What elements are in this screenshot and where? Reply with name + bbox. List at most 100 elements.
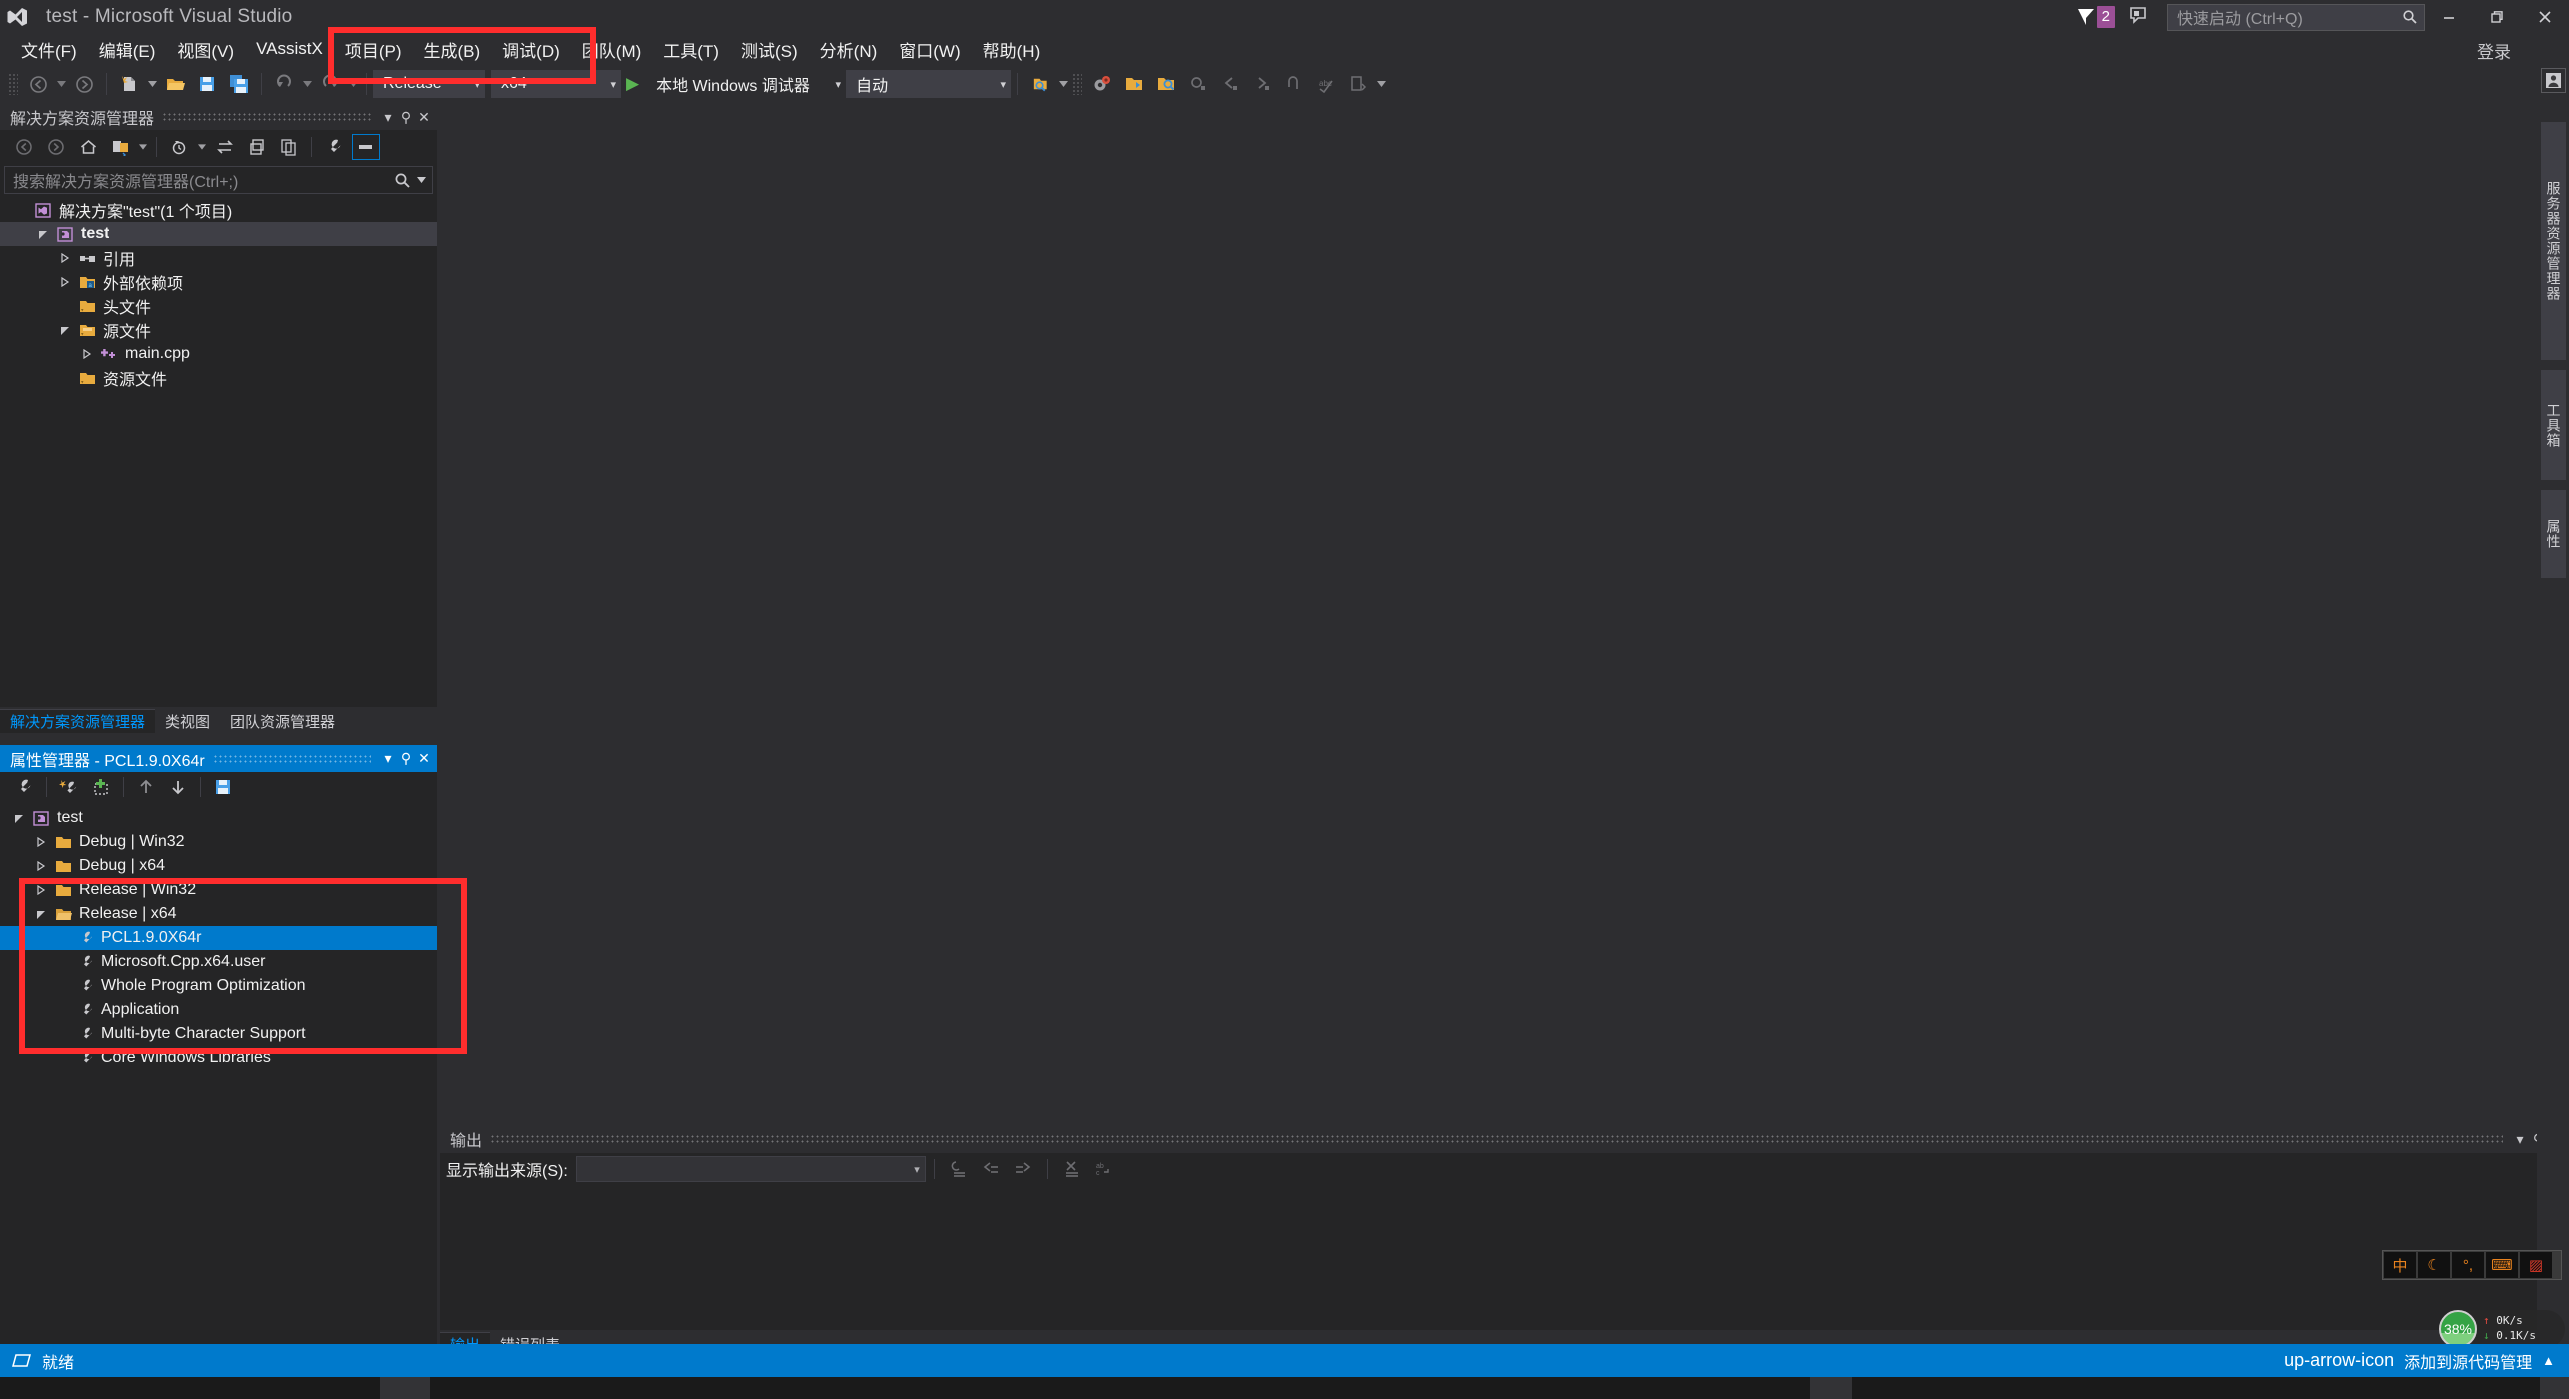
close-button[interactable] bbox=[2521, 0, 2569, 34]
twisty-collapsed-icon[interactable] bbox=[30, 837, 52, 847]
solution-configuration-combo[interactable]: Release ▾ bbox=[373, 70, 485, 98]
back-icon[interactable] bbox=[10, 134, 38, 160]
tree-item[interactable]: a 外部依赖项 bbox=[0, 270, 437, 294]
add-new-property-sheet-icon[interactable] bbox=[55, 774, 83, 800]
menu-item-edit[interactable]: 编辑(E) bbox=[88, 33, 167, 66]
menu-item-tools[interactable]: 工具(T) bbox=[652, 33, 730, 66]
toolbar-grip[interactable] bbox=[8, 73, 18, 95]
properties-wrench-icon[interactable] bbox=[10, 774, 38, 800]
tab-class-view[interactable]: 类视图 bbox=[155, 709, 220, 733]
tree-item[interactable]: Debug | x64 bbox=[0, 854, 437, 878]
menu-item-window[interactable]: 窗口(W) bbox=[888, 33, 971, 66]
vertical-tab-properties[interactable]: 属性 bbox=[2541, 490, 2566, 578]
pending-changes-icon[interactable] bbox=[165, 134, 193, 160]
output-text-area[interactable] bbox=[440, 1185, 2569, 1350]
undo-dropdown[interactable] bbox=[300, 69, 314, 99]
taskbar-item[interactable] bbox=[1810, 1377, 1852, 1399]
tree-item[interactable]: Whole Program Optimization bbox=[0, 974, 437, 998]
tree-item[interactable]: 源文件 bbox=[0, 318, 437, 342]
startup-project-combo[interactable]: 本地 Windows 调试器 ▾ bbox=[646, 70, 846, 98]
tree-item[interactable]: Microsoft.Cpp.x64.user bbox=[0, 950, 437, 974]
settings-button[interactable] bbox=[1087, 69, 1117, 99]
twisty-expanded-icon[interactable] bbox=[32, 229, 54, 239]
output-source-combo[interactable]: ▾ bbox=[575, 1156, 926, 1182]
restore-button[interactable] bbox=[2473, 0, 2521, 34]
quick-find-button[interactable] bbox=[1183, 69, 1213, 99]
tree-item[interactable]: Multi-byte Character Support bbox=[0, 1022, 437, 1046]
forward-icon[interactable] bbox=[42, 134, 70, 160]
tree-item[interactable]: test bbox=[0, 222, 437, 246]
user-account-icon[interactable] bbox=[2541, 68, 2566, 93]
taskbar-item[interactable] bbox=[380, 1377, 430, 1399]
soft-keyboard-icon[interactable]: ⌨ bbox=[2486, 1252, 2518, 1278]
network-speed-widget[interactable]: 38% ↑ 0K/s ↓ 0.1K/s bbox=[2439, 1310, 2565, 1348]
save-icon[interactable] bbox=[209, 774, 237, 800]
sign-in-link[interactable]: 登录 bbox=[2477, 38, 2511, 63]
navigate-backward-button[interactable] bbox=[23, 69, 53, 99]
vertical-tab-server-explorer[interactable]: 服务器资源管理器 bbox=[2541, 122, 2566, 360]
open-file-button[interactable] bbox=[160, 69, 190, 99]
menu-item-debug[interactable]: 调试(D) bbox=[491, 33, 571, 66]
move-down-icon[interactable] bbox=[164, 774, 192, 800]
drag-dots[interactable] bbox=[490, 1134, 2503, 1144]
show-all-files-icon[interactable] bbox=[275, 134, 303, 160]
drag-dots[interactable] bbox=[162, 112, 371, 122]
menu-item-build[interactable]: 生成(B) bbox=[413, 33, 492, 66]
send-feedback-icon[interactable] bbox=[2129, 5, 2151, 30]
twisty-collapsed-icon[interactable] bbox=[76, 349, 98, 359]
new-item-dropdown[interactable] bbox=[145, 69, 159, 99]
tree-item[interactable]: Release | Win32 bbox=[0, 878, 437, 902]
pending-changes-dropdown-icon[interactable] bbox=[195, 132, 209, 162]
redo-dropdown[interactable] bbox=[346, 69, 360, 99]
close-icon[interactable]: ✕ bbox=[415, 109, 433, 126]
twisty-collapsed-icon[interactable] bbox=[30, 885, 52, 895]
properties-wrench-icon[interactable] bbox=[320, 134, 348, 160]
next-message-icon[interactable] bbox=[1009, 1156, 1037, 1182]
add-existing-property-sheet-icon[interactable] bbox=[87, 774, 115, 800]
undo-button[interactable] bbox=[269, 69, 299, 99]
goto-message-icon[interactable] bbox=[945, 1156, 973, 1182]
tab-solution-explorer[interactable]: 解决方案资源管理器 bbox=[0, 709, 156, 733]
ime-logo-icon[interactable]: ▨ bbox=[2520, 1252, 2552, 1278]
moon-icon[interactable]: ☾ bbox=[2418, 1252, 2450, 1278]
tree-item[interactable]: PCL1.9.0X64r bbox=[0, 926, 437, 950]
new-item-button[interactable] bbox=[114, 69, 144, 99]
toolbar-grip-2[interactable] bbox=[1072, 73, 1083, 95]
menu-item-vassistx[interactable]: VAssistX bbox=[245, 35, 334, 63]
twisty-expanded-icon[interactable] bbox=[30, 909, 52, 919]
drag-dots[interactable] bbox=[212, 753, 371, 764]
menu-item-analyze[interactable]: 分析(N) bbox=[809, 33, 889, 66]
solution-platform-combo[interactable]: x64 ▾ bbox=[491, 70, 621, 98]
tree-item[interactable]: Debug | Win32 bbox=[0, 830, 437, 854]
undo-nav-button[interactable] bbox=[1279, 69, 1309, 99]
menu-item-view[interactable]: 视图(V) bbox=[166, 33, 245, 66]
toggle-word-wrap-icon[interactable]: ab c bbox=[1090, 1156, 1118, 1182]
home-icon[interactable] bbox=[74, 134, 102, 160]
menu-item-test[interactable]: 测试(S) bbox=[730, 33, 809, 66]
twisty-expanded-icon[interactable] bbox=[8, 813, 30, 823]
menu-item-team[interactable]: 团队(M) bbox=[571, 33, 652, 66]
find-in-files-button[interactable] bbox=[1025, 69, 1055, 99]
taskbar-show-desktop[interactable] bbox=[2540, 1377, 2569, 1399]
clear-all-icon[interactable] bbox=[1058, 1156, 1086, 1182]
menu-item-file[interactable]: 文件(F) bbox=[10, 33, 88, 66]
tree-item[interactable]: 解决方案"test"(1 个项目) bbox=[0, 198, 437, 222]
step-forward-button[interactable] bbox=[1247, 69, 1277, 99]
previous-message-icon[interactable] bbox=[977, 1156, 1005, 1182]
tree-item[interactable]: 头文件 bbox=[0, 294, 437, 318]
menu-item-help[interactable]: 帮助(H) bbox=[972, 33, 1052, 66]
quick-launch-input[interactable]: 快速启动 (Ctrl+Q) bbox=[2167, 3, 2425, 31]
navigate-forward-button[interactable] bbox=[69, 69, 99, 99]
save-all-button[interactable] bbox=[224, 69, 254, 99]
tree-item[interactable]: test bbox=[0, 806, 437, 830]
close-icon[interactable]: ✕ bbox=[415, 750, 433, 767]
pin-icon[interactable]: ⚲ bbox=[397, 750, 415, 767]
redo-button[interactable] bbox=[315, 69, 345, 99]
twisty-collapsed-icon[interactable] bbox=[54, 277, 76, 287]
panel-menu-chevron-down-icon[interactable]: ▾ bbox=[2511, 1131, 2529, 1148]
sync-dropdown-chevron-down-icon[interactable] bbox=[136, 132, 150, 162]
open-recent-button[interactable] bbox=[1119, 69, 1149, 99]
spell-check-button[interactable]: abc bbox=[1311, 69, 1341, 99]
twisty-collapsed-icon[interactable] bbox=[54, 253, 76, 263]
twisty-collapsed-icon[interactable] bbox=[30, 861, 52, 871]
